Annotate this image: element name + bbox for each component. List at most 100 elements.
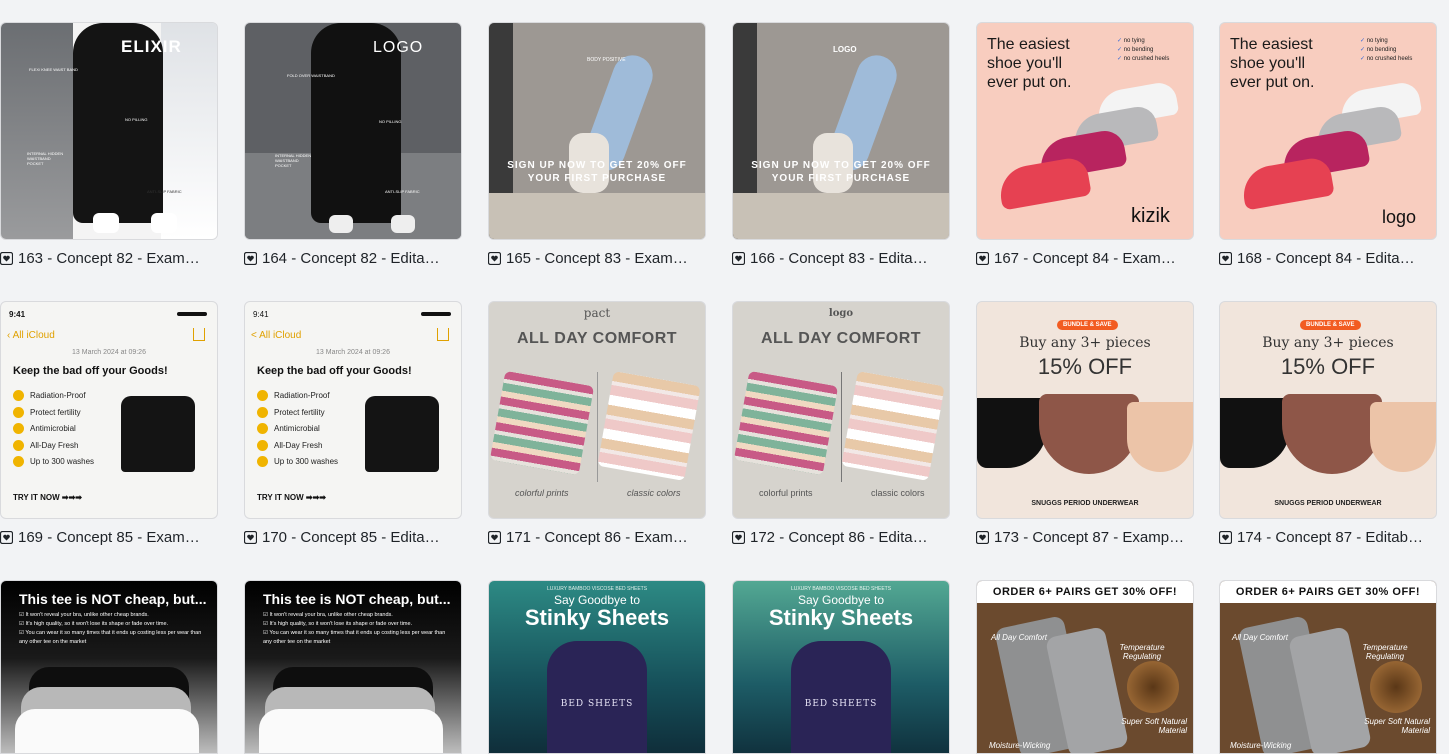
template-thumbnail[interactable]: 9:41 ‹ All iCloud 13 March 2024 at 09:26…: [0, 301, 218, 519]
underwear-brown: [1282, 394, 1382, 474]
brand-logo: LOGO: [833, 45, 857, 54]
shoe: [1239, 155, 1335, 211]
template-icon: [732, 251, 745, 265]
template-thumbnail[interactable]: LOGO SIGN UP NOW TO GET 20% OFF YOUR FIR…: [732, 22, 950, 240]
ad-title: ALL DAY COMFORT: [760, 330, 922, 347]
template-label[interactable]: 164 - Concept 82 - Edita…: [244, 248, 476, 268]
underwear-beige: [1370, 402, 1436, 472]
template-label[interactable]: 163 - Concept 82 - Exam…: [0, 248, 232, 268]
brand-logo: pact: [583, 306, 611, 320]
sheet-package: [547, 641, 647, 753]
template-icon: [1219, 251, 1232, 265]
template-label[interactable]: 168 - Concept 84 - Edita…: [1219, 248, 1449, 268]
template-icon: [488, 251, 501, 265]
template-thumbnail[interactable]: pact ALL DAY COMFORT colorful prints cla…: [488, 301, 706, 519]
template-thumbnail[interactable]: logo ALL DAY COMFORT colorful prints cla…: [732, 301, 950, 519]
note-title: Keep the bad off your Goods!: [257, 365, 412, 377]
template-thumbnail[interactable]: LUXURY BAMBOO VISCOSE BED SHEETS Say Goo…: [732, 580, 950, 754]
share-icon: [193, 328, 205, 341]
template-thumbnail[interactable]: BODY POSITIVE SIGN UP NOW TO GET 20% OFF…: [488, 22, 706, 240]
ad-title: ORDER 6+ PAIRS GET 30% OFF!: [1220, 581, 1436, 603]
template-icon: [976, 530, 989, 544]
discount: 15% OFF: [1280, 354, 1376, 379]
offer-line: Buy any 3+ pieces: [1019, 335, 1151, 351]
template-icon: [488, 530, 501, 544]
template-icon: [0, 530, 13, 544]
footer-text: SNUGGS PERIOD UNDERWEAR: [1031, 500, 1139, 507]
template-label[interactable]: 170 - Concept 85 - Edita…: [244, 527, 476, 547]
template-label[interactable]: 171 - Concept 86 - Exam…: [488, 527, 720, 547]
ad-title: Stinky Sheets: [524, 605, 670, 630]
brand-logo: LOGO: [373, 39, 424, 56]
boxer-brief: [121, 396, 195, 472]
back-link: ‹ All iCloud: [7, 330, 55, 341]
template-icon: [0, 251, 13, 265]
offer-text: SIGN UP NOW TO GET 20% OFF YOUR FIRST PU…: [751, 160, 931, 184]
template-icon: [1219, 530, 1232, 544]
check-list: ✓ no tying ✓ no bending ✓ no crushed hee…: [1117, 38, 1170, 62]
check-list: ☑ It won't reveal your bra, unlike other…: [19, 612, 202, 645]
template-thumbnail[interactable]: ORDER 6+ PAIRS GET 30% OFF! All Day Comf…: [1219, 580, 1437, 754]
tee-white: [15, 709, 199, 753]
template-thumbnail[interactable]: ELIXIR FLEX/ KNEE WAIST BAND NO PILLING …: [0, 22, 218, 240]
template-thumbnail[interactable]: LUXURY BAMBOO VISCOSE BED SHEETS Say Goo…: [488, 580, 706, 754]
template-label[interactable]: 169 - Concept 85 - Exam…: [0, 527, 232, 547]
template-thumbnail[interactable]: 9:41 < All iCloud 13 March 2024 at 09:26…: [244, 301, 462, 519]
brand-logo: kizik: [1131, 205, 1170, 227]
template-thumbnail[interactable]: This tee is NOT cheap, but... ☑ It won't…: [244, 580, 462, 754]
sheet-package: [791, 641, 891, 753]
cta-text: TRY IT NOW ➡➡➡: [13, 493, 82, 502]
template-grid: ELIXIR FLEX/ KNEE WAIST BAND NO PILLING …: [0, 0, 1449, 754]
ad-title: Stinky Sheets: [768, 605, 914, 630]
tee-white: [259, 709, 443, 753]
footer-text: SNUGGS PERIOD UNDERWEAR: [1274, 500, 1382, 507]
template-thumbnail[interactable]: ORDER 6+ PAIRS GET 30% OFF! All Day Comf…: [976, 580, 1194, 754]
shoe: [996, 155, 1092, 211]
note-title: Keep the bad off your Goods!: [13, 365, 168, 377]
ad-title: ORDER 6+ PAIRS GET 30% OFF!: [977, 581, 1193, 603]
template-thumbnail[interactable]: The easiest shoe you'll ever put on. ✓ n…: [1219, 22, 1437, 240]
feature-list: Radiation-Proof Protect fertility Antimi…: [257, 388, 338, 471]
badge: BUNDLE & SAVE: [1300, 320, 1361, 330]
template-thumbnail[interactable]: LOGO FOLD OVER WAISTBAND NO PILLING INTE…: [244, 22, 462, 240]
brand-logo: logo: [828, 308, 854, 319]
template-label[interactable]: 167 - Concept 84 - Exam…: [976, 248, 1208, 268]
template-label[interactable]: 166 - Concept 83 - Edita…: [732, 248, 964, 268]
offer-line: Buy any 3+ pieces: [1262, 335, 1394, 351]
underwear-beige: [1127, 402, 1193, 472]
template-thumbnail[interactable]: BUNDLE & SAVE Buy any 3+ pieces 15% OFF …: [1219, 301, 1437, 519]
underwear-stack: [841, 371, 945, 481]
template-thumbnail[interactable]: BUNDLE & SAVE Buy any 3+ pieces 15% OFF …: [976, 301, 1194, 519]
offer-text: SIGN UP NOW TO GET 20% OFF YOUR FIRST PU…: [507, 160, 687, 184]
template-thumbnail[interactable]: This tee is NOT cheap, but... ☑ It won't…: [0, 580, 218, 754]
ad-title: This tee is NOT cheap, but...: [263, 591, 451, 607]
badge: BUNDLE & SAVE: [1057, 320, 1118, 330]
template-label[interactable]: 173 - Concept 87 - Examp…: [976, 527, 1208, 547]
brand-logo: logo: [1382, 207, 1417, 227]
brand-logo: BODY POSITIVE: [587, 57, 626, 63]
underwear-black: [977, 398, 1047, 468]
check-list: ✓ no tying ✓ no bending ✓ no crushed hee…: [1360, 38, 1413, 62]
share-icon: [437, 328, 449, 341]
cta-text: TRY IT NOW ➡➡➡: [257, 493, 326, 502]
underwear-black: [1220, 398, 1290, 468]
template-icon: [976, 251, 989, 265]
template-icon: [244, 530, 257, 544]
template-icon: [244, 251, 257, 265]
underwear-brown: [1039, 394, 1139, 474]
template-label[interactable]: 172 - Concept 86 - Edita…: [732, 527, 964, 547]
template-label[interactable]: 174 - Concept 87 - Editab…: [1219, 527, 1449, 547]
template-label[interactable]: 165 - Concept 83 - Exam…: [488, 248, 720, 268]
ad-title: ALL DAY COMFORT: [516, 330, 678, 347]
back-link: < All iCloud: [251, 330, 302, 341]
template-icon: [732, 530, 745, 544]
underwear-stack: [597, 371, 701, 481]
boxer-brief: [365, 396, 439, 472]
headline: The easiest shoe you'll ever put on.: [987, 36, 1072, 91]
template-thumbnail[interactable]: The easiest shoe you'll ever put on. ✓ n…: [976, 22, 1194, 240]
brand-logo: ELIXIR: [121, 37, 182, 56]
underwear-stack: [733, 370, 839, 476]
headline: The easiest shoe you'll ever put on.: [1230, 36, 1315, 91]
discount: 15% OFF: [1037, 354, 1133, 379]
underwear-stack: [489, 370, 595, 476]
